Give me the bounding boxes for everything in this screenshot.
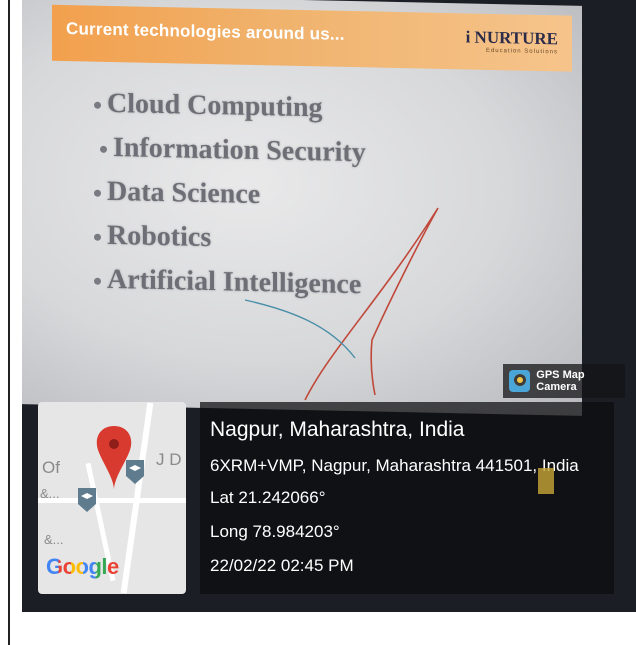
yellow-sticker xyxy=(538,468,554,494)
map-thumbnail: Of &... J D &... Google xyxy=(38,402,186,594)
longitude: Long 78.984203° xyxy=(210,522,340,541)
latitude: Lat 21.242066° xyxy=(210,488,326,507)
location-city: Nagpur, Maharashtra, India xyxy=(210,418,465,441)
gps-badge-label: GPS Map Camera xyxy=(536,369,585,393)
location-info-panel: Nagpur, Maharashtra, India 6XRM+VMP, Nag… xyxy=(200,402,614,594)
map-pin-icon xyxy=(96,426,132,490)
graduation-cap-icon xyxy=(78,488,96,512)
google-logo: Google xyxy=(46,554,119,579)
gps-camera-badge: GPS Map Camera xyxy=(503,364,625,398)
graduation-cap-icon xyxy=(126,460,144,484)
timestamp: 22/02/22 02:45 PM xyxy=(210,556,354,575)
red-pen-stroke xyxy=(304,207,439,401)
location-address: 6XRM+VMP, Nagpur, Maharashtra 441501, In… xyxy=(210,456,579,475)
gps-map-camera-icon xyxy=(509,370,531,392)
blue-pen-stroke xyxy=(244,299,356,359)
